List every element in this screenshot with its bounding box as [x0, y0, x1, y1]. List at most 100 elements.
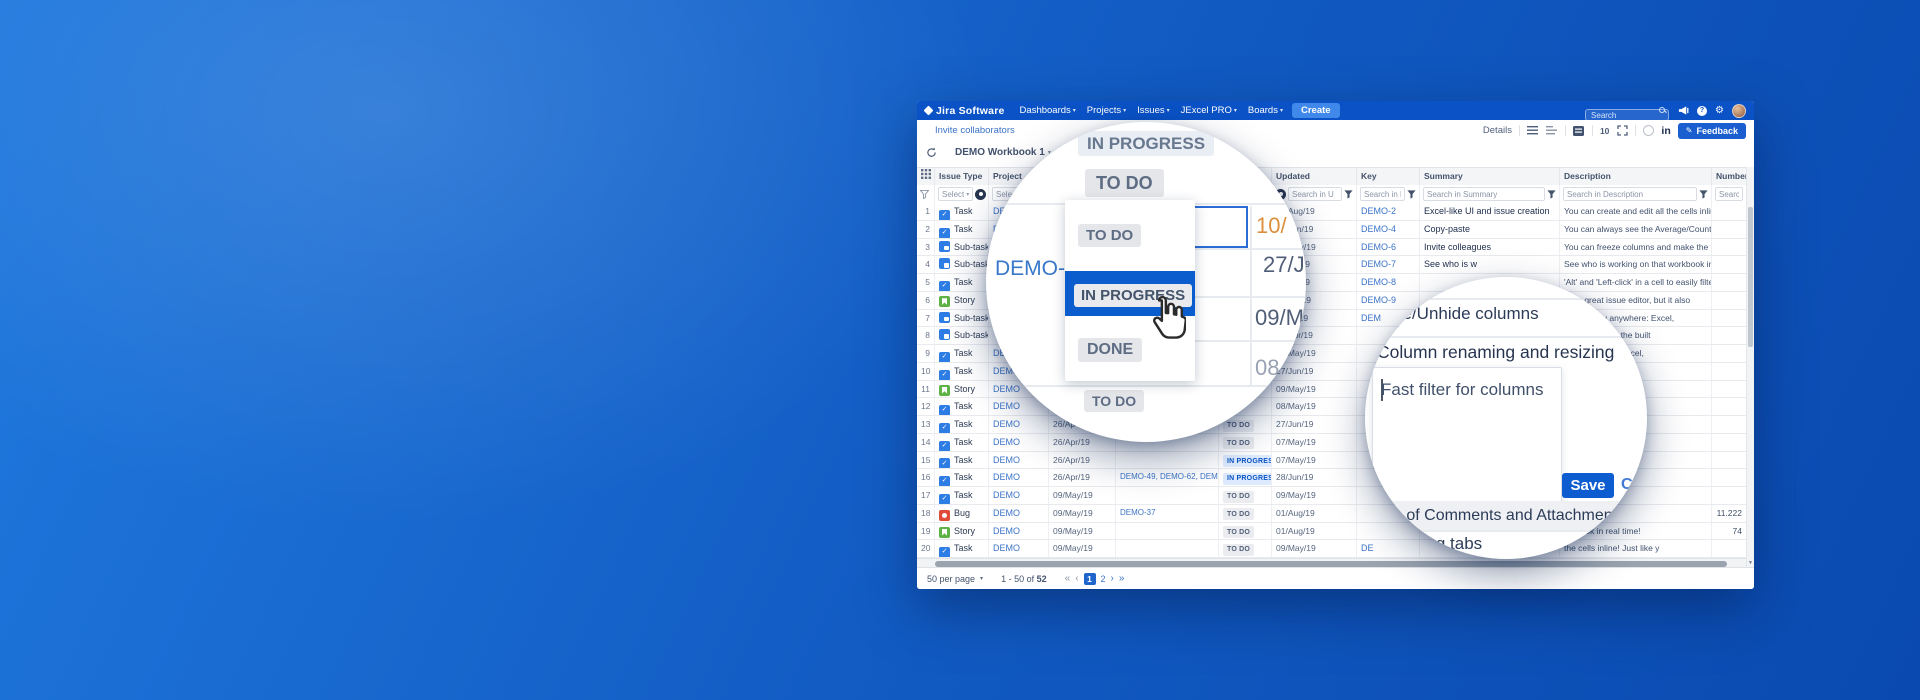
header-description[interactable]: Description: [1560, 168, 1712, 186]
details-link[interactable]: Details: [1483, 125, 1512, 136]
row-number[interactable]: 12: [917, 398, 935, 415]
vertical-scrollbar[interactable]: ▼: [1746, 167, 1754, 567]
cell-linked-issues[interactable]: DEMO-37: [1116, 504, 1219, 522]
filter-icon[interactable]: [1344, 189, 1353, 199]
cell-status[interactable]: TO DO: [1219, 522, 1272, 540]
status-chip[interactable]: IN PROGRESS: [1223, 472, 1271, 485]
cell-status[interactable]: TO DO: [1219, 433, 1272, 451]
header-number-fields[interactable]: Number Fie: [1712, 168, 1747, 186]
nav-menu-boards[interactable]: Boards ▾: [1248, 105, 1283, 116]
create-button[interactable]: Create: [1291, 103, 1340, 118]
cell-project-link[interactable]: DEMO: [989, 416, 1049, 433]
cell-key-link[interactable]: DEMO-4: [1357, 220, 1420, 238]
row-number[interactable]: 8: [917, 327, 935, 344]
status-chip[interactable]: TO DO: [1223, 419, 1255, 432]
status-chip[interactable]: IN PROGRESS: [1223, 455, 1271, 467]
nav-menu-dashboards[interactable]: Dashboards ▾: [1020, 105, 1076, 116]
cell-status[interactable]: IN PROGRESS: [1219, 469, 1272, 486]
nav-menu-jexcel-pro[interactable]: JExcel PRO ▾: [1181, 105, 1237, 116]
status-chip[interactable]: TO DO: [1223, 437, 1255, 450]
row-number[interactable]: 16: [917, 469, 935, 486]
cell-status[interactable]: TO DO: [1219, 504, 1272, 522]
row-number[interactable]: 6: [917, 291, 935, 309]
header-key[interactable]: Key: [1357, 168, 1420, 186]
row-number[interactable]: 4: [917, 256, 935, 273]
cell-project-link[interactable]: DEMO: [989, 469, 1049, 486]
cell-editor-textarea[interactable]: Fast filter for columns: [1372, 367, 1562, 509]
issue-type-select[interactable]: Select ▾: [938, 187, 974, 201]
row-number[interactable]: 7: [917, 309, 935, 327]
dropdown-option-todo[interactable]: TO DO: [1078, 224, 1142, 247]
invite-collaborators-link[interactable]: Invite collaborators: [935, 125, 1015, 136]
megaphone-icon[interactable]: [1678, 105, 1689, 116]
per-page-select[interactable]: 50 per page ▾: [927, 574, 983, 584]
cell-linked-issues[interactable]: [1116, 522, 1219, 540]
cell-project-link[interactable]: DEMO: [989, 540, 1049, 557]
scroll-down-arrow-icon[interactable]: ▼: [1747, 559, 1754, 567]
key-filter-input[interactable]: [1360, 187, 1405, 201]
filter-icon[interactable]: [920, 189, 929, 199]
summary-filter-input[interactable]: [1423, 187, 1545, 201]
vertical-scrollbar-thumb[interactable]: [1748, 207, 1753, 347]
header-issue-type[interactable]: Issue Type: [935, 168, 989, 186]
filter-icon[interactable]: [1699, 189, 1708, 199]
row-number[interactable]: 5: [917, 274, 935, 291]
last-page-button[interactable]: »: [1119, 573, 1125, 584]
description-filter-input[interactable]: [1563, 187, 1697, 201]
freeze-columns-icon[interactable]: 10: [1600, 126, 1609, 136]
status-chip[interactable]: TO DO: [1223, 490, 1255, 503]
status-chip[interactable]: TO DO: [1223, 526, 1255, 538]
row-number[interactable]: 9: [917, 345, 935, 362]
updated-filter-input[interactable]: [1288, 187, 1342, 201]
cell-key-link[interactable]: DEMO-2: [1357, 203, 1420, 220]
save-button[interactable]: Save: [1562, 473, 1614, 498]
status-chip[interactable]: TO DO: [1223, 508, 1255, 521]
eye-toggle-icon[interactable]: [975, 188, 987, 200]
page-1-button[interactable]: 1: [1083, 572, 1096, 585]
linkedin-icon[interactable]: in: [1661, 125, 1670, 137]
cell-project-link[interactable]: DEMO: [989, 522, 1049, 540]
first-page-button[interactable]: «: [1065, 573, 1071, 584]
cell-linked-issues[interactable]: [1116, 487, 1219, 504]
card-view-icon[interactable]: [1573, 125, 1585, 137]
header-updated[interactable]: Updated: [1272, 168, 1357, 186]
refresh-icon[interactable]: [925, 147, 937, 159]
row-number[interactable]: 19: [917, 522, 935, 540]
dropdown-option-done[interactable]: DONE: [1078, 338, 1143, 362]
help-icon[interactable]: ?: [1697, 105, 1708, 116]
row-number[interactable]: 17: [917, 487, 935, 504]
row-number[interactable]: 18: [917, 504, 935, 522]
fullscreen-icon[interactable]: [1616, 125, 1628, 137]
cell-status[interactable]: TO DO: [1219, 487, 1272, 504]
status-chip[interactable]: TO DO: [1223, 543, 1255, 556]
list-view-icon[interactable]: [1546, 125, 1558, 137]
cell-status[interactable]: IN PROGRESS: [1219, 451, 1272, 469]
nav-menu-issues[interactable]: Issues ▾: [1137, 105, 1169, 116]
gear-icon[interactable]: ⚙: [1715, 105, 1724, 116]
feedback-button[interactable]: ✎ Feedback: [1677, 122, 1746, 139]
prev-page-button[interactable]: ‹: [1075, 573, 1078, 584]
row-density-icon[interactable]: [1527, 125, 1539, 137]
cell-linked-issues[interactable]: [1116, 540, 1219, 557]
select-all-header[interactable]: [917, 168, 935, 186]
filter-icon[interactable]: [1547, 189, 1556, 199]
cell-project-link[interactable]: DEMO: [989, 487, 1049, 504]
row-number[interactable]: 15: [917, 451, 935, 469]
selected-cell[interactable]: [1193, 206, 1248, 248]
cell-linked-issues[interactable]: [1116, 451, 1219, 469]
row-number[interactable]: 20: [917, 540, 935, 557]
row-number[interactable]: 10: [917, 362, 935, 380]
page-2-button[interactable]: 2: [1101, 574, 1106, 584]
row-number[interactable]: 14: [917, 433, 935, 451]
jira-logo[interactable]: Jira Software: [923, 105, 1005, 117]
cell-status[interactable]: TO DO: [1219, 540, 1272, 557]
cell-project-link[interactable]: DEMO: [989, 504, 1049, 522]
row-number[interactable]: 11: [917, 380, 935, 398]
next-page-button[interactable]: ›: [1111, 573, 1114, 584]
cell-project-link[interactable]: DEMO: [989, 433, 1049, 451]
header-summary[interactable]: Summary: [1420, 168, 1560, 186]
horizontal-scrollbar-thumb[interactable]: [935, 560, 1727, 567]
cell-key-link[interactable]: DEMO-7: [1357, 256, 1420, 273]
cell-project-link[interactable]: DEMO: [989, 451, 1049, 469]
cell-linked-issues[interactable]: DEMO-49, DEMO-62, DEMO-58: [1116, 469, 1219, 486]
